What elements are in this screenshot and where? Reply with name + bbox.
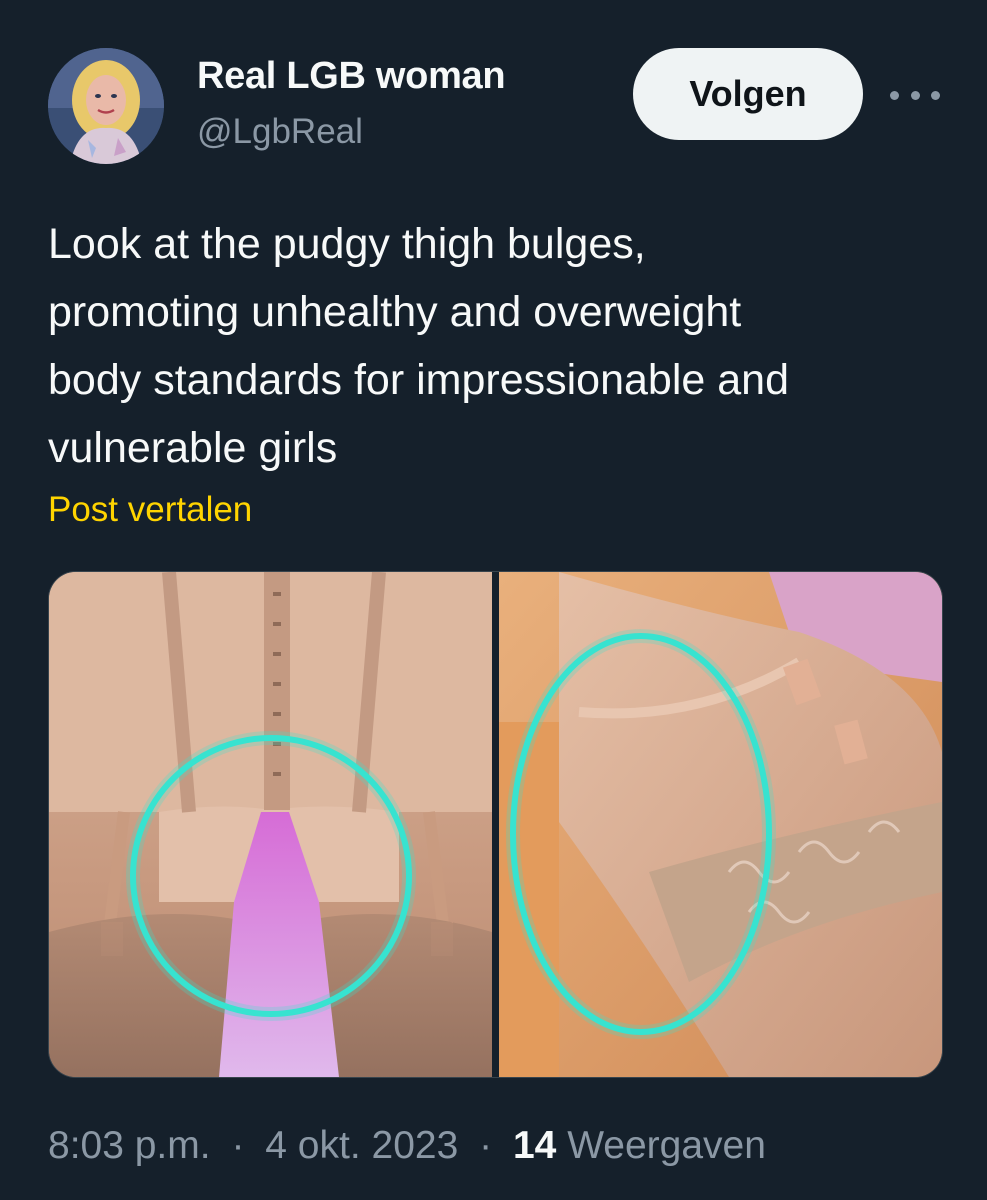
media-grid xyxy=(48,571,943,1078)
photo-divider xyxy=(492,572,499,1077)
ellipsis-icon[interactable] xyxy=(890,78,940,112)
post-meta: 8:03 p.m. · 4 okt. 2023 · 14 Weergaven xyxy=(48,1124,766,1168)
separator: · xyxy=(231,1124,245,1167)
photo-lingerie-back[interactable] xyxy=(49,572,492,1077)
translate-post-link[interactable]: Post vertalen xyxy=(48,490,252,530)
display-name[interactable]: Real LGB woman xyxy=(197,55,506,98)
views-label: Weergaven xyxy=(567,1124,766,1167)
follow-button[interactable]: Volgen xyxy=(633,48,863,140)
photo-lingerie-side[interactable] xyxy=(499,572,942,1077)
post-text: Look at the pudgy thigh bulges, promotin… xyxy=(48,220,789,472)
ellipsis-dot xyxy=(910,90,920,100)
ellipsis-dot xyxy=(890,90,899,100)
views-count: 14 xyxy=(512,1124,557,1167)
post-time[interactable]: 8:03 p.m. xyxy=(48,1124,211,1167)
avatar-illustration xyxy=(48,48,164,164)
user-handle[interactable]: @LgbReal xyxy=(197,112,363,152)
avatar[interactable] xyxy=(48,48,164,164)
separator: · xyxy=(479,1124,493,1167)
ellipsis-dot xyxy=(931,90,940,100)
post-date[interactable]: 4 okt. 2023 xyxy=(265,1124,458,1167)
